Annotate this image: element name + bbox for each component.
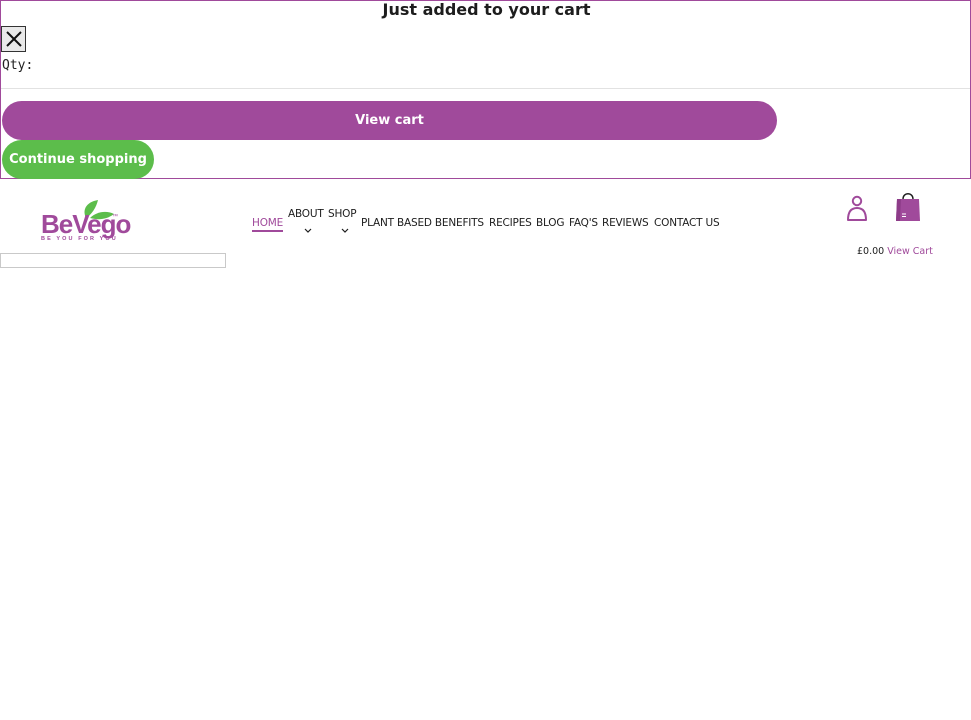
close-button[interactable] (1, 26, 26, 52)
chevron-down-icon[interactable] (341, 228, 349, 234)
logo-tagline: BE YOU FOR YOU (41, 236, 118, 242)
view-cart-link[interactable]: View Cart (887, 246, 933, 257)
nav-item-home[interactable]: HOME (252, 217, 283, 232)
continue-shopping-button[interactable]: Continue shopping (2, 140, 154, 179)
nav-item-shop[interactable]: SHOP (328, 208, 357, 220)
account-icon[interactable] (845, 195, 869, 223)
view-cart-button[interactable]: View cart (2, 101, 777, 140)
nav-item-contact-us[interactable]: CONTACT US (654, 217, 720, 229)
divider (1, 88, 970, 89)
shopping-bag-icon[interactable] (894, 189, 922, 223)
close-icon (5, 31, 22, 47)
cart-popup-title: Just added to your cart (382, 0, 591, 19)
cart-total: £0.00 View Cart (857, 246, 933, 257)
chevron-down-icon[interactable] (304, 228, 312, 234)
cart-popup: Just added to your cart Qty: View cart C… (0, 0, 971, 179)
nav-item-recipes[interactable]: RECIPES (489, 217, 532, 229)
search-input[interactable] (0, 253, 226, 268)
nav-item-blog[interactable]: BLOG (536, 217, 564, 229)
nav-item-faqs[interactable]: FAQ'S (569, 217, 598, 229)
logo-trademark: ™ (112, 214, 118, 220)
cart-amount: £0.00 (857, 246, 885, 257)
nav-item-about[interactable]: ABOUT (288, 208, 324, 220)
nav-item-plant-based-benefits[interactable]: PLANT BASED BENEFITS (361, 217, 484, 229)
site-logo[interactable]: BeVego ™ BE YOU FOR YOU (40, 198, 131, 246)
nav-item-reviews[interactable]: REVIEWS (602, 217, 649, 229)
qty-label: Qty: (2, 58, 34, 73)
